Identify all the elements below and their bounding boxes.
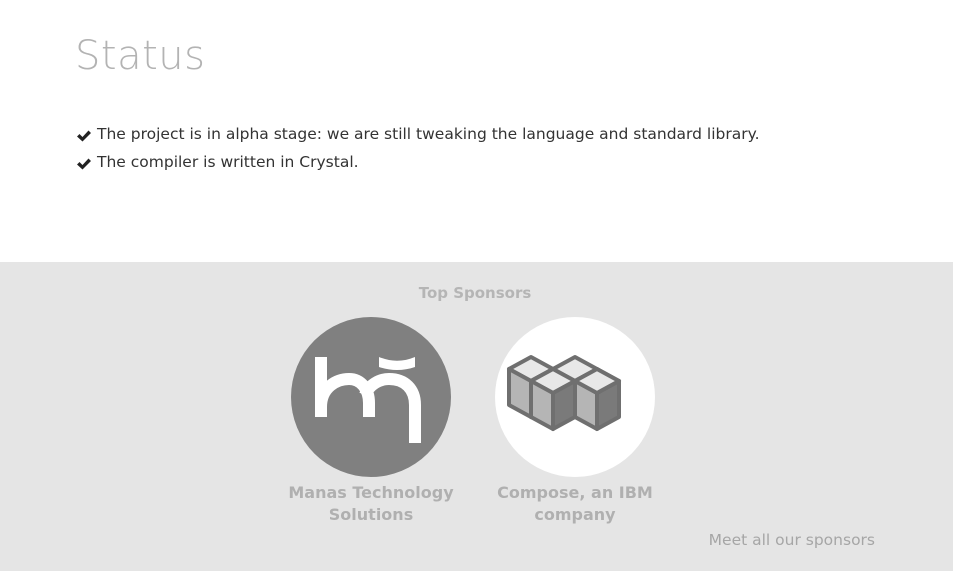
sponsor-compose[interactable]: Compose, an IBM company: [475, 317, 675, 526]
sponsors-section: Top Sponsors Manas Technology Solutions: [0, 262, 953, 571]
meet-all-sponsors-link[interactable]: Meet all our sponsors: [709, 531, 875, 549]
status-section: Status The project is in alpha stage: we…: [0, 0, 953, 262]
status-title: Status: [75, 33, 206, 79]
sponsor-name-manas[interactable]: Manas Technology Solutions: [271, 482, 471, 526]
status-list: The project is in alpha stage: we are st…: [76, 120, 760, 176]
sponsor-name-compose[interactable]: Compose, an IBM company: [475, 482, 675, 526]
list-item: The project is in alpha stage: we are st…: [76, 120, 760, 148]
status-item-text: The project is in alpha stage: we are st…: [97, 125, 760, 143]
compose-logo[interactable]: [495, 317, 655, 477]
manas-logo[interactable]: [291, 317, 451, 477]
status-item-text: The compiler is written in Crystal.: [97, 153, 359, 171]
list-item: The compiler is written in Crystal.: [76, 148, 760, 176]
sponsors-heading: Top Sponsors: [418, 284, 532, 302]
sponsor-manas[interactable]: Manas Technology Solutions: [271, 317, 471, 526]
check-icon: [76, 129, 92, 143]
check-icon: [76, 157, 92, 171]
